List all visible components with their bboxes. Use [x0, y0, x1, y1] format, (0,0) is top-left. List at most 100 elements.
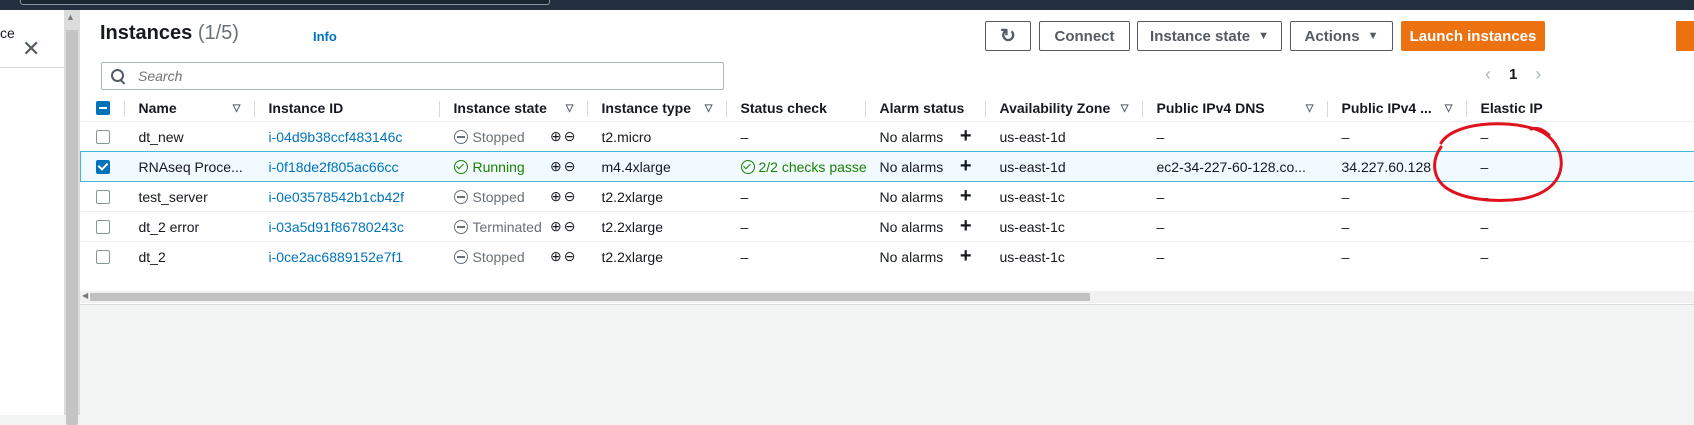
current-page[interactable]: 1 — [1509, 66, 1517, 83]
zoom-in-icon[interactable]: ⊕ — [550, 188, 562, 205]
instance-id-cell[interactable]: i-03a5d91f86780243c — [255, 212, 440, 242]
instance-type: t2.2xlarge — [602, 249, 663, 265]
status-check-cell: – — [727, 212, 866, 242]
column-header-status-check[interactable]: Status check — [727, 95, 866, 122]
column-header-instance-id[interactable]: Instance ID — [255, 95, 440, 122]
close-icon[interactable]: ✕ — [22, 40, 40, 58]
column-header-public-ipv4[interactable]: Public IPv4 ...▽ — [1328, 95, 1467, 122]
zoom-out-icon[interactable]: ⊖ — [564, 128, 576, 145]
scroll-left-arrow[interactable]: ◀ — [82, 291, 88, 300]
row-checkbox-cell[interactable] — [81, 182, 125, 212]
add-alarm-icon[interactable]: + — [960, 155, 972, 178]
select-all-checkbox[interactable] — [96, 101, 110, 115]
instance-id-link[interactable]: i-04d9b38ccf483146c — [269, 129, 403, 145]
previous-page-icon[interactable]: ‹ — [1485, 64, 1491, 85]
row-checkbox[interactable] — [96, 220, 110, 234]
row-checkbox-cell[interactable] — [81, 122, 125, 152]
instance-state-text: Stopped — [473, 249, 525, 265]
search-bar[interactable] — [101, 62, 724, 90]
sort-caret-icon[interactable]: ▽ — [233, 103, 241, 114]
sort-caret-icon[interactable]: ▽ — [566, 103, 574, 114]
vertical-scrollbar[interactable]: ▲ — [64, 10, 80, 415]
instance-state-cell: Stopped⊕⊖ — [440, 182, 588, 212]
elastic-ip-cell: – — [1467, 152, 1694, 182]
minus-circle-icon — [454, 190, 468, 204]
horizontal-scrollbar[interactable]: ◀ — [80, 291, 1694, 303]
zoom-out-icon[interactable]: ⊖ — [564, 158, 576, 175]
column-header-instance-type[interactable]: Instance type▽ — [588, 95, 727, 122]
instance-id-link[interactable]: i-0ce2ac6889152e7f1 — [269, 249, 404, 265]
column-header-name[interactable]: Name▽ — [125, 95, 255, 122]
table-row[interactable]: dt_2 i-0ce2ac6889152e7f1 Stopped⊕⊖ t2.2x… — [81, 242, 1694, 272]
zoom-controls: ⊕⊖ — [550, 158, 575, 175]
actions-button[interactable]: Actions ▼ — [1290, 21, 1393, 51]
global-search-box[interactable] — [20, 0, 550, 5]
column-header-elastic-ip[interactable]: Elastic IP — [1467, 95, 1694, 122]
table-header-row: Name▽ Instance ID Instance state▽ Instan… — [81, 95, 1694, 122]
status-check-text: 2/2 checks passed — [759, 159, 866, 175]
info-link[interactable]: Info — [313, 29, 337, 44]
instance-id-link[interactable]: i-0f18de2f805ac66cc — [269, 159, 399, 175]
next-page-icon[interactable]: › — [1535, 64, 1541, 85]
horizontal-scrollbar-thumb[interactable] — [90, 293, 1090, 301]
instance-id-cell[interactable]: i-04d9b38ccf483146c — [255, 122, 440, 152]
public-dns: – — [1157, 219, 1165, 235]
row-checkbox[interactable] — [96, 160, 110, 174]
table-row[interactable]: dt_new i-04d9b38ccf483146c Stopped⊕⊖ t2.… — [81, 122, 1694, 152]
instance-id-link[interactable]: i-03a5d91f86780243c — [269, 219, 404, 235]
instance-state-button[interactable]: Instance state ▼ — [1137, 21, 1282, 51]
elastic-ip-cell: – — [1467, 182, 1694, 212]
table-row[interactable]: test_server i-0e03578542b1cb42f Stopped⊕… — [81, 182, 1694, 212]
zoom-in-icon[interactable]: ⊕ — [550, 158, 562, 175]
sort-caret-icon[interactable]: ▽ — [705, 103, 713, 114]
refresh-button[interactable]: ↻ — [985, 21, 1031, 51]
instance-id-link[interactable]: i-0e03578542b1cb42f — [269, 189, 404, 205]
row-checkbox-cell[interactable] — [81, 152, 125, 182]
search-input[interactable] — [136, 67, 700, 85]
zoom-in-icon[interactable]: ⊕ — [550, 248, 562, 265]
sort-caret-icon[interactable]: ▽ — [1306, 103, 1314, 114]
column-label: Instance ID — [269, 100, 344, 116]
column-header-availability-zone[interactable]: Availability Zone▽ — [986, 95, 1143, 122]
scroll-up-arrow[interactable]: ▲ — [66, 12, 78, 24]
sort-caret-icon[interactable]: ▽ — [1121, 103, 1129, 114]
status-check-text: – — [741, 249, 749, 265]
row-checkbox[interactable] — [96, 190, 110, 204]
launch-dropdown-button[interactable] — [1676, 21, 1694, 51]
instance-id-cell[interactable]: i-0e03578542b1cb42f — [255, 182, 440, 212]
instance-state-text: Stopped — [473, 129, 525, 145]
launch-instances-button[interactable]: Launch instances — [1401, 21, 1545, 51]
row-checkbox[interactable] — [96, 130, 110, 144]
row-checkbox-cell[interactable] — [81, 212, 125, 242]
row-checkbox[interactable] — [96, 250, 110, 264]
connect-button[interactable]: Connect — [1039, 21, 1130, 51]
zoom-out-icon[interactable]: ⊖ — [564, 248, 576, 265]
column-header-instance-state[interactable]: Instance state▽ — [440, 95, 588, 122]
alarm-status: No alarms — [880, 189, 944, 205]
column-header-alarm-status[interactable]: Alarm status — [866, 95, 986, 122]
column-header-public-ipv4-dns[interactable]: Public IPv4 DNS▽ — [1143, 95, 1328, 122]
add-alarm-icon[interactable]: + — [960, 125, 972, 148]
zoom-in-icon[interactable]: ⊕ — [550, 218, 562, 235]
alarm-status-cell: No alarms+ — [866, 242, 986, 272]
alarm-status: No alarms — [880, 159, 944, 175]
instance-id-cell[interactable]: i-0f18de2f805ac66cc — [255, 152, 440, 182]
add-alarm-icon[interactable]: + — [960, 185, 972, 208]
zoom-controls: ⊕⊖ — [550, 128, 575, 145]
instance-name: RNAseq Proce... — [139, 159, 243, 175]
page-title: Instances (1/5) — [100, 22, 239, 45]
add-alarm-icon[interactable]: + — [960, 245, 972, 268]
zoom-out-icon[interactable]: ⊖ — [564, 218, 576, 235]
zoom-out-icon[interactable]: ⊖ — [564, 188, 576, 205]
instance-id-cell[interactable]: i-0ce2ac6889152e7f1 — [255, 242, 440, 272]
table-row[interactable]: RNAseq Proce... i-0f18de2f805ac66cc Runn… — [81, 152, 1694, 182]
sort-caret-icon[interactable]: ▽ — [1445, 103, 1453, 114]
table-row[interactable]: dt_2 error i-03a5d91f86780243c Terminate… — [81, 212, 1694, 242]
status-check-cell: 2/2 checks passed — [727, 152, 866, 182]
add-alarm-icon[interactable]: + — [960, 215, 972, 238]
row-checkbox-cell[interactable] — [81, 242, 125, 272]
elastic-ip-cell: – — [1467, 212, 1694, 242]
scrollbar-thumb[interactable] — [66, 30, 78, 425]
zoom-in-icon[interactable]: ⊕ — [550, 128, 562, 145]
public-dns-cell: – — [1143, 242, 1328, 272]
